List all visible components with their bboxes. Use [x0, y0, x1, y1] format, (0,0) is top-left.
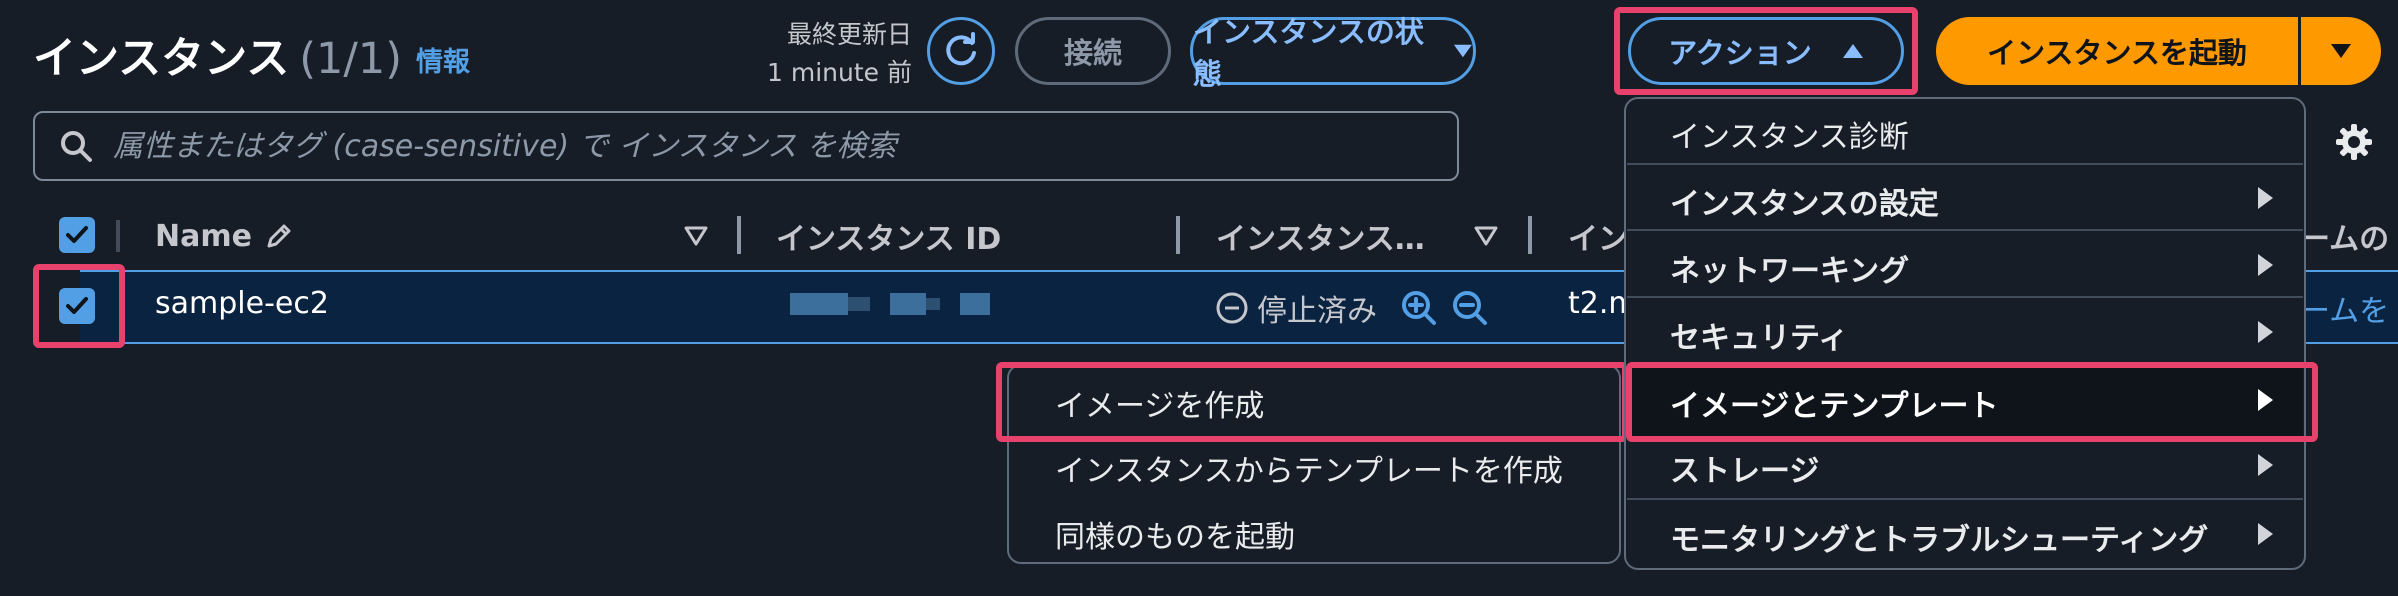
menu-divider	[1627, 163, 2303, 165]
edit-icon	[267, 224, 291, 248]
action-label: アクション	[1668, 36, 1812, 70]
connect-label: 接続	[1063, 36, 1122, 70]
create-image-item[interactable]: イメージを作成	[1055, 381, 1264, 425]
last-updated-label: 最終更新日	[786, 20, 912, 49]
menu-item-networking[interactable]: ネットワーキング	[1670, 246, 1909, 290]
refresh-button[interactable]	[927, 17, 995, 85]
select-all-checkbox[interactable]	[59, 217, 95, 253]
column-header-name[interactable]: Name	[155, 214, 294, 258]
instance-state: 停止済み	[1215, 286, 1377, 330]
caret-down-icon	[1454, 44, 1473, 58]
submenu-arrow-icon	[2258, 321, 2273, 343]
instance-id-redacted	[790, 293, 990, 315]
menu-item-storage[interactable]: ストレージ	[1670, 446, 1819, 490]
launch-instance-label: インスタンスを起動	[1987, 36, 2247, 70]
submenu-arrow-icon	[2258, 523, 2273, 545]
preferences-button[interactable]	[2330, 118, 2378, 166]
menu-item-image-template[interactable]: イメージとテンプレート	[1670, 381, 1999, 425]
column-instance-id-label: インスタンス ID	[776, 222, 1002, 257]
caret-up-icon	[1842, 44, 1863, 58]
instance-count: (1/1)	[299, 34, 403, 84]
check-icon	[66, 297, 88, 314]
column-resizer[interactable]	[737, 216, 741, 254]
check-icon	[66, 226, 88, 243]
search-input[interactable]	[111, 127, 1415, 165]
sort-icon[interactable]	[684, 226, 708, 246]
zoom-in-icon[interactable]	[1400, 289, 1438, 327]
cutoff-cell-link[interactable]: ームを	[2300, 286, 2389, 330]
row-checkbox[interactable]	[59, 288, 95, 324]
refresh-icon	[946, 32, 976, 66]
submenu-arrow-icon	[2258, 389, 2273, 411]
column-header-instance-id[interactable]: インスタンス ID	[776, 214, 1001, 258]
column-resizer[interactable]	[1176, 216, 1180, 254]
launch-dropdown-button[interactable]	[2301, 17, 2381, 85]
menu-divider	[1627, 296, 2303, 298]
column-instance-state-label: インスタンス…	[1216, 222, 1425, 257]
submenu-arrow-icon	[2258, 187, 2273, 209]
page-title: インスタンス (1/1)	[33, 34, 403, 84]
column-divider	[116, 220, 120, 252]
column-cutoff-label: ームの	[2300, 222, 2390, 257]
last-updated: 最終更新日 1 minute 前	[762, 16, 912, 92]
launch-instance-button[interactable]: インスタンスを起動	[1936, 17, 2298, 85]
submenu-arrow-icon	[2258, 454, 2273, 476]
sort-icon[interactable]	[1474, 226, 1498, 246]
last-updated-value: 1 minute 前	[767, 58, 912, 87]
menu-item-monitoring[interactable]: モニタリングとトラブルシューティング	[1670, 515, 2208, 559]
menu-divider	[1627, 229, 2303, 231]
stopped-icon	[1216, 292, 1248, 324]
column-resizer[interactable]	[1528, 216, 1532, 254]
instance-name[interactable]: sample-ec2	[155, 286, 329, 321]
info-link[interactable]: 情報	[416, 40, 470, 79]
create-template-item[interactable]: インスタンスからテンプレートを作成	[1055, 446, 1563, 490]
menu-item-security[interactable]: セキュリティ	[1670, 313, 1848, 357]
instance-state-label: インスタンスの状態	[1193, 15, 1424, 91]
gear-icon	[2336, 124, 2372, 160]
instance-state-text: 停止済み	[1257, 294, 1377, 329]
column-header-cutoff[interactable]: ームの	[2300, 214, 2389, 258]
column-header-instance-type[interactable]: イン	[1568, 214, 1628, 258]
connect-button[interactable]: 接続	[1015, 17, 1171, 85]
search-icon	[61, 131, 92, 162]
submenu-arrow-icon	[2258, 254, 2273, 276]
action-button[interactable]: アクション	[1628, 17, 1904, 85]
column-header-instance-state[interactable]: インスタンス…	[1216, 214, 1425, 258]
menu-divider	[1627, 498, 2303, 500]
launch-similar-item[interactable]: 同様のものを起動	[1055, 512, 1295, 556]
caret-down-icon	[2331, 44, 2351, 58]
menu-item-instance-settings[interactable]: インスタンスの設定	[1670, 179, 1939, 223]
zoom-out-icon[interactable]	[1451, 289, 1489, 327]
menu-item-instance-diagnostics[interactable]: インスタンス診断	[1670, 112, 1909, 156]
column-name-label: Name	[155, 218, 252, 254]
column-instance-type-label: イン	[1568, 222, 1628, 257]
instance-state-button[interactable]: インスタンスの状態	[1190, 15, 1476, 91]
search-bar	[33, 111, 1459, 181]
